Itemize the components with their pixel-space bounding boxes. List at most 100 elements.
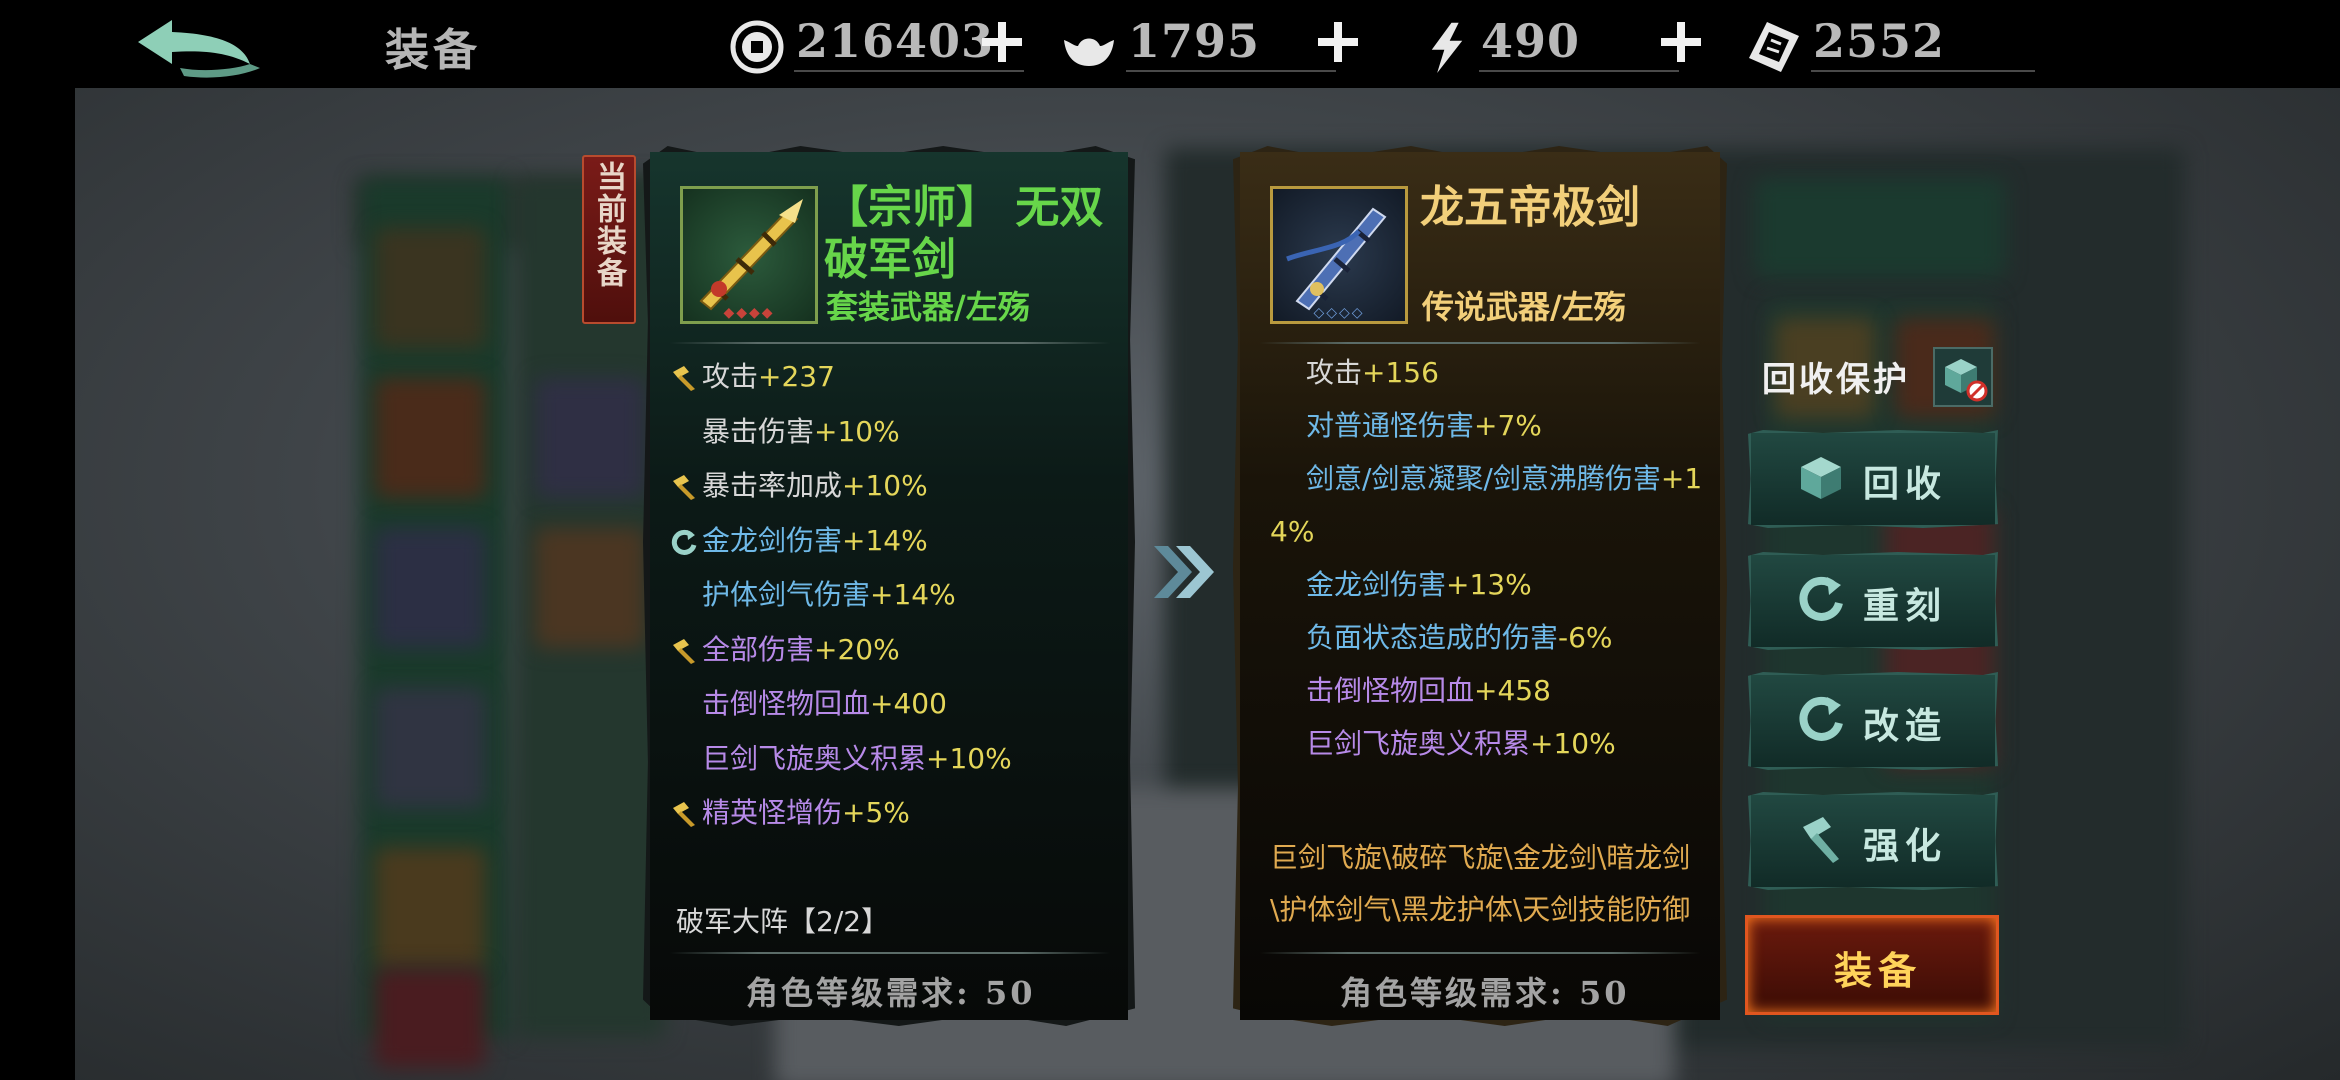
new-item-requirement: 角色等级需求: 50 — [1340, 974, 1630, 1012]
stat-label: 击倒怪物回血 — [702, 687, 871, 720]
reforge-icon — [1799, 696, 1843, 741]
stat-value: +156 — [1362, 356, 1439, 389]
stat-row: 巨剑飞旋奥义积累+10% — [1306, 727, 1616, 761]
stat-label: 暴击率加成 — [702, 469, 843, 502]
stat-value: 4% — [1270, 515, 1315, 548]
enhance-button[interactable]: 强化 — [1748, 792, 1998, 890]
stat-value: +14% — [870, 578, 956, 611]
stat-value: +237 — [758, 360, 835, 393]
rarity-gems: ◇◇◇◇ — [1313, 305, 1365, 321]
currency-underline — [1811, 70, 2035, 72]
new-item-icon[interactable]: ◇◇◇◇ — [1270, 186, 1408, 324]
current-item-icon[interactable]: ◆◆◆◆ — [680, 186, 818, 324]
stat-value: +1 — [1660, 462, 1703, 495]
reforge-icon — [1799, 576, 1843, 621]
currency-stamina: 490 — [1425, 10, 1725, 80]
stat-value: +10% — [842, 469, 928, 502]
stat-row: 击倒怪物回血+458 — [1306, 674, 1551, 708]
stat-row: 金龙剑伤害+13% — [1306, 568, 1532, 602]
stat-value: +10% — [926, 741, 1012, 775]
currency-underline — [1479, 70, 1679, 72]
rarity-gems: ◆◆◆◆ — [723, 305, 775, 321]
stat-value: +458 — [1474, 674, 1551, 707]
new-item-type: 传说武器/左殇 — [1422, 288, 1626, 326]
stat-label: 金龙剑伤害 — [702, 523, 843, 557]
stat-label: 击倒怪物回血 — [1306, 674, 1475, 707]
reengrave-button[interactable]: 重刻 — [1748, 552, 1998, 650]
stat-value: +10% — [814, 414, 900, 448]
new-item-description-line: \护体剑气\黑龙护体\天剑技能防御 — [1270, 893, 1691, 926]
set-bonus-label: 破军大阵【2/2】 — [676, 905, 890, 938]
stat-value: +20% — [814, 632, 900, 666]
modify-button-label: 改造 — [1863, 705, 1948, 747]
stat-row: 金龙剑伤害+14% — [702, 524, 928, 558]
stat-row: 暴击伤害+10% — [702, 415, 900, 449]
coin-icon — [730, 20, 784, 74]
compare-arrow-icon — [1154, 546, 1214, 598]
back-button[interactable] — [132, 12, 268, 84]
stat-value: +400 — [870, 687, 947, 720]
currency-ingot: 1795 — [1060, 10, 1360, 80]
stamina-value: 490 — [1481, 14, 1581, 68]
add-ingot-button[interactable] — [1312, 16, 1364, 68]
stat-row: 巨剑飞旋奥义积累+10% — [702, 742, 1012, 776]
stat-row: 全部伤害+20% — [702, 633, 900, 667]
currency-underline — [1126, 70, 1336, 72]
stat-row: 暴击率加成+10% — [702, 469, 928, 503]
stat-row: 攻击+156 — [1306, 356, 1439, 390]
stat-value: +7% — [1474, 409, 1542, 442]
reforge-icon — [670, 528, 698, 556]
ticket-icon — [1749, 22, 1799, 72]
currency-underline — [794, 70, 1024, 72]
enhance-button-label: 强化 — [1863, 825, 1948, 867]
stat-value: +14% — [842, 523, 928, 557]
modify-button[interactable]: 改造 — [1748, 672, 1998, 770]
stat-row: 4% — [1270, 515, 1314, 549]
ingot-icon — [1064, 38, 1114, 66]
stat-row: 对普通怪伤害+7% — [1306, 409, 1542, 443]
recycle-protection-toggle[interactable] — [1933, 347, 1993, 407]
current-item-type: 套装武器/左殇 — [826, 288, 1030, 326]
stat-label: 巨剑飞旋奥义积累 — [1306, 727, 1531, 760]
equip-button[interactable]: 装备 — [1745, 915, 1999, 1015]
stat-label: 金龙剑伤害 — [1306, 568, 1447, 601]
divider — [670, 952, 1110, 954]
ticket-value: 2552 — [1813, 14, 1946, 68]
recycle-protection-label: 回收保护 — [1762, 360, 1910, 400]
ingot-value: 1795 — [1128, 14, 1261, 68]
stat-value: +5% — [842, 796, 910, 829]
add-stamina-button[interactable] — [1655, 16, 1707, 68]
divider — [1260, 342, 1700, 344]
stat-label: 护体剑气伤害 — [702, 578, 871, 611]
stat-label: 攻击 — [1306, 356, 1363, 389]
sword-icon — [1286, 207, 1387, 311]
add-coin-button[interactable] — [976, 16, 1028, 68]
protect-box-icon — [1945, 359, 1988, 402]
coin-value: 216403 — [796, 14, 995, 68]
hammer-icon — [670, 637, 698, 665]
stat-label: 巨剑飞旋奥义积累 — [702, 741, 927, 775]
recycle-box-icon — [1801, 457, 1841, 499]
currency-coin: 216403 — [728, 10, 1028, 80]
hammer-icon — [670, 800, 698, 828]
equip-button-label: 装备 — [1834, 948, 1923, 993]
page-title: 装备 — [385, 25, 481, 76]
hammer-icon — [1803, 817, 1839, 863]
stat-label: 暴击伤害 — [702, 414, 815, 448]
stat-row: 精英怪增伤+5% — [702, 796, 910, 830]
stat-label: 对普通怪伤害 — [1306, 409, 1475, 442]
stat-label: 负面状态造成的伤害 — [1306, 621, 1559, 654]
lightning-icon — [1431, 22, 1463, 73]
reengrave-button-label: 重刻 — [1863, 585, 1948, 627]
back-arrow-icon — [138, 20, 260, 78]
new-item-name: 龙五帝极剑 — [1420, 182, 1640, 233]
stat-value: -6% — [1558, 621, 1613, 654]
current-equipment-tag: 当前装备 — [582, 155, 636, 324]
recycle-button[interactable]: 回收 — [1748, 430, 1998, 528]
new-item-panel: ◇◇◇◇ 龙五帝极剑 传说武器/左殇 攻击+156 对普通怪伤害+7% 剑意/剑意凝… — [1240, 152, 1720, 1020]
recycle-button-label: 回收 — [1863, 463, 1948, 505]
stat-row: 击倒怪物回血+400 — [702, 687, 947, 721]
stat-row: 攻击+237 — [702, 360, 835, 394]
divider — [1260, 952, 1700, 954]
stat-label: 全部伤害 — [702, 632, 815, 666]
